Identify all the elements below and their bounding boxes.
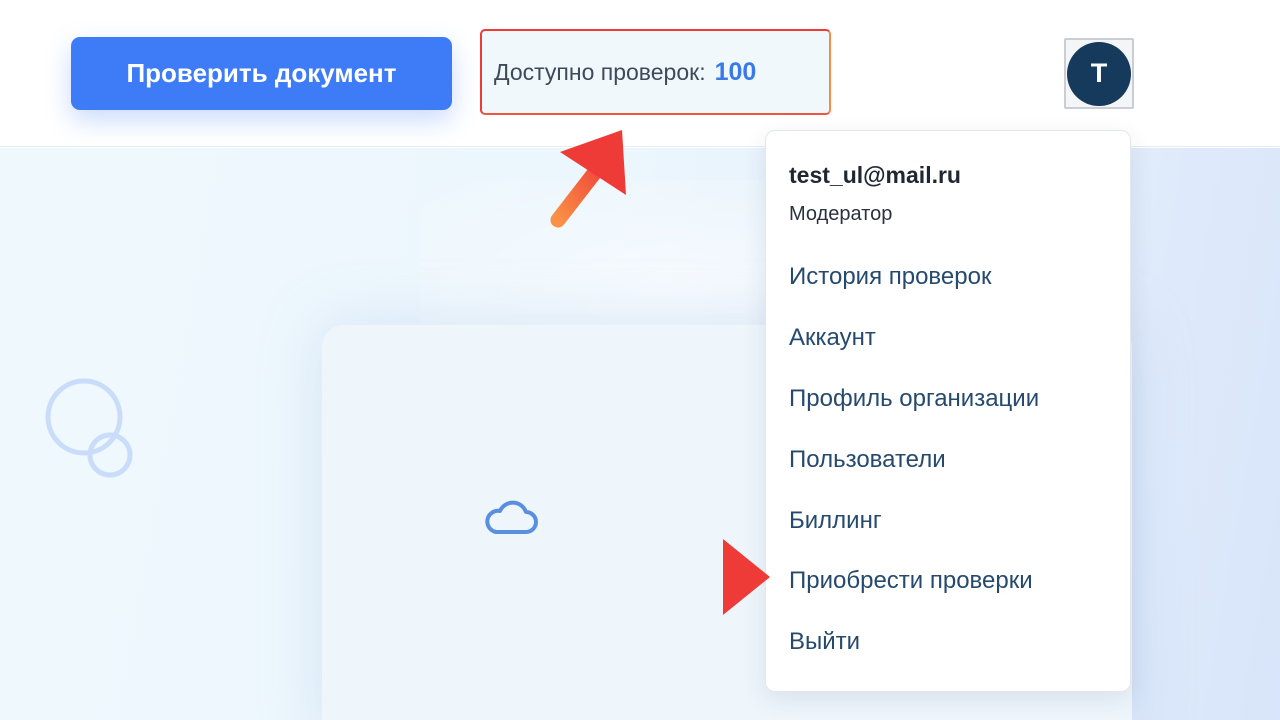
annotation-arrow-right <box>657 539 770 615</box>
cloud-icon <box>485 500 538 534</box>
menu-item-users[interactable]: Пользователи <box>789 446 946 474</box>
check-document-button[interactable]: Проверить документ <box>71 37 452 110</box>
menu-item-check-history[interactable]: История проверок <box>789 263 991 291</box>
menu-item-logout[interactable]: Выйти <box>789 628 860 656</box>
annotation-arrow-up <box>550 130 626 228</box>
logo-mark-icon <box>45 378 133 478</box>
available-checks-count: 100 <box>714 57 757 86</box>
menu-item-buy-checks[interactable]: Приобрести проверки <box>789 567 1033 595</box>
available-checks-label: Доступно проверок: <box>494 58 706 85</box>
user-dropdown-menu: test_ul@mail.ru Модератор История провер… <box>765 130 1131 692</box>
menu-item-billing[interactable]: Биллинг <box>789 507 882 535</box>
user-avatar-button[interactable]: T <box>1064 38 1134 109</box>
user-role: Модератор <box>789 203 893 225</box>
top-header: Проверить документ Доступно проверок: 10… <box>0 0 1280 147</box>
page: Проверить документ Доступно проверок: 10… <box>0 0 1280 720</box>
user-email: test_ul@mail.ru <box>789 162 961 188</box>
available-checks-indicator: Доступно проверок: 100 <box>480 29 831 115</box>
menu-item-organization-profile[interactable]: Профиль организации <box>789 385 1039 413</box>
menu-item-account[interactable]: Аккаунт <box>789 324 876 352</box>
avatar: T <box>1067 41 1131 106</box>
